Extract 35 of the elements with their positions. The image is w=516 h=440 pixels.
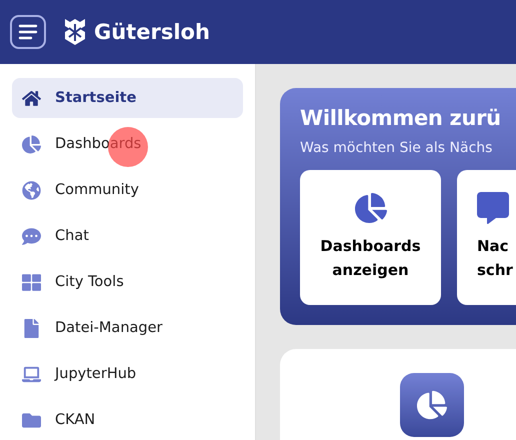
menu-icon <box>18 24 38 40</box>
grid-icon <box>22 272 41 292</box>
sidebar-item[interactable]: CKAN <box>12 400 243 440</box>
sidebar-label: Community <box>55 182 139 198</box>
file-icon <box>22 318 41 338</box>
action-label: Nac schr <box>477 236 513 281</box>
sidebar-label: Datei-Manager <box>55 320 162 336</box>
sidebar-item[interactable]: Chat <box>12 216 243 256</box>
chat-icon <box>22 226 41 246</box>
sidebar-label: JupyterHub <box>55 366 136 382</box>
home-icon <box>22 88 41 108</box>
folder-icon <box>22 410 41 430</box>
welcome-title: Willkommen zurü <box>300 106 502 130</box>
globe-icon <box>22 180 41 200</box>
action-card[interactable]: Dashboards anzeigen <box>300 170 441 305</box>
sidebar-label: CKAN <box>55 412 96 428</box>
menu-button[interactable] <box>10 15 46 49</box>
pie-chart-icon <box>417 390 447 420</box>
action-card[interactable]: Nac schr <box>457 170 516 305</box>
sidebar-item[interactable]: JupyterHub <box>12 354 243 394</box>
message-icon <box>477 192 509 224</box>
sidebar-item[interactable]: Datei-Manager <box>12 308 243 348</box>
welcome-subtitle: Was möchten Sie als Nächs <box>300 140 494 156</box>
pie-chart-icon <box>354 192 386 224</box>
sidebar-label: Chat <box>55 228 89 244</box>
action-label: Dashboards anzeigen <box>320 236 421 281</box>
sidebar-label: Startseite <box>55 90 136 106</box>
sidebar-label: City Tools <box>55 274 124 290</box>
brand-name: Gütersloh <box>94 20 210 44</box>
laptop-icon <box>22 364 41 384</box>
sidebar-item[interactable]: Community <box>12 170 243 210</box>
sidebar-item[interactable]: Startseite <box>12 78 243 118</box>
sidebar-item[interactable]: City Tools <box>12 262 243 302</box>
logo-icon <box>64 18 86 46</box>
pie-chart-icon <box>22 134 41 154</box>
